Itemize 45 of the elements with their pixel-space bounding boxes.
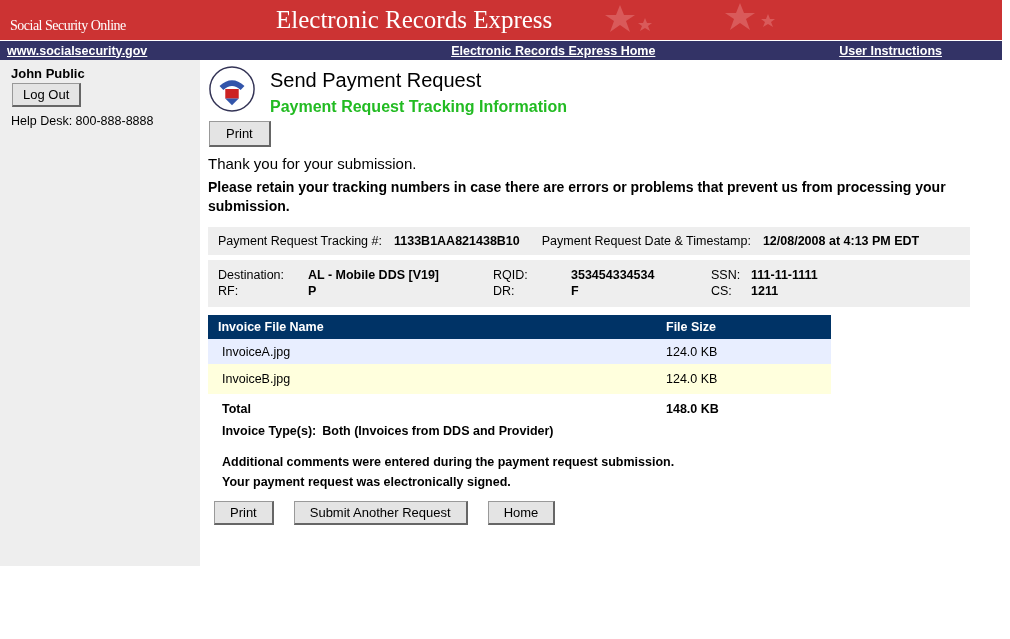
page-subtitle: Payment Request Tracking Information [270,98,567,116]
total-cell: 148.0 KB [666,394,831,424]
seal-logo-icon [208,65,256,113]
thanks-message: Thank you for your submission. [208,155,418,172]
field-label: RF: [218,284,240,298]
field-label: Payment Request Date & Timestamp: [541,234,751,248]
print-button[interactable]: Print [209,121,271,147]
action-button[interactable]: Submit Another Request [293,501,468,525]
field-value: 111-11-1111 [751,268,819,282]
page-title: Send Payment Request [270,69,483,92]
logout-button[interactable]: Log Out [12,83,82,107]
field-value: P [308,284,318,298]
nav-link[interactable]: www.socialsecurity.gov [7,43,148,58]
field-label: RQID: [493,268,529,282]
table-cell: InvoiceB.jpg [208,364,666,394]
field-label: DR: [493,284,516,298]
column-header: Invoice File Name [208,315,666,339]
banner-title: Electronic Records Express [276,6,553,34]
invoice-type-label: Invoice Type(s): [222,424,317,438]
invoice-type-value: Both (Invoices from DDS and Provider) [322,424,554,438]
table-cell: 124.0 KB [666,339,831,364]
helpdesk-text: Help Desk: 800-888-8888 [11,114,155,128]
field-label: Destination: [218,268,285,282]
field-label: SSN: [711,268,742,282]
field-label: CS: [711,284,733,298]
field-value: AL - Mobile DDS [V19] [308,268,441,282]
field-value: 1133B1AA821438B10 [394,234,520,248]
retain-message: Please retain your tracking numbers in case there are errors or problems that prevent us from processing your submission. [208,178,947,216]
nav-link[interactable]: Electronic Records Express Home [451,43,656,58]
action-button[interactable]: Home [487,501,556,525]
nav-link[interactable]: User Instructions [839,43,942,58]
field-value: F [571,284,580,298]
total-cell: Total [208,394,666,424]
status-note: Additional comments were entered during the payment request submission. [222,454,676,471]
status-note: Your payment request was electronically signed. [222,474,512,491]
user-name: John Public [11,66,86,81]
field-value: 12/08/2008 at 4:13 PM EDT [762,234,920,248]
site-brand: Social Security Online [9,18,127,35]
field-label: Payment Request Tracking #: [218,234,382,248]
column-header: File Size [666,315,831,339]
field-value: 353454334534 [571,268,656,282]
table-cell: InvoiceA.jpg [208,339,666,364]
action-button[interactable]: Print [214,501,274,525]
field-value: 1211 [751,284,780,298]
table-cell: 124.0 KB [666,364,831,394]
